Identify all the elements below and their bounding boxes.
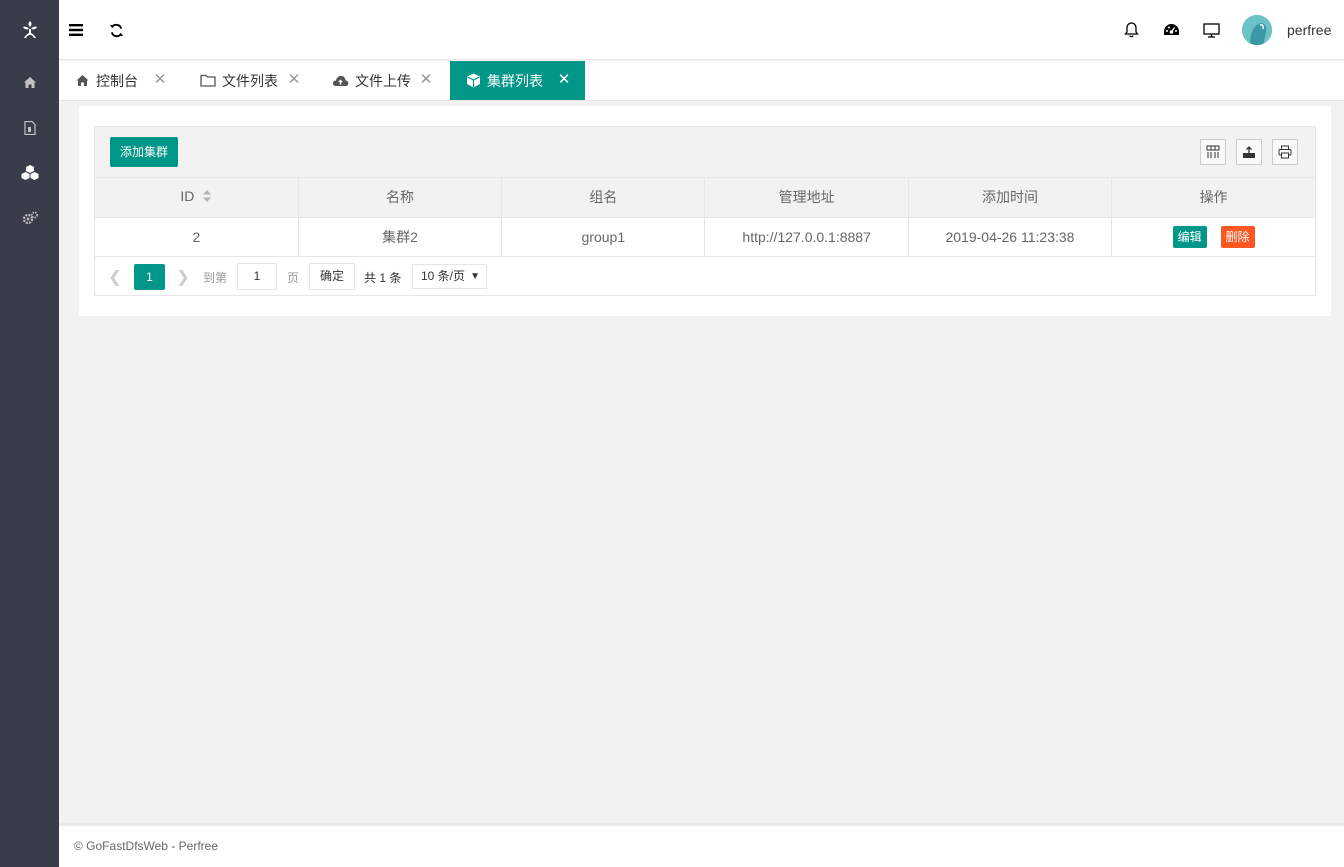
file-icon (23, 120, 36, 135)
home-icon (23, 77, 36, 88)
cluster-table: ID 名称 组名 管理地址 添加时间 操作 2 集群2 group1 http:… (95, 178, 1315, 257)
column-header-url: 管理地址 (704, 178, 909, 218)
delete-button[interactable]: 删除 (1220, 225, 1255, 248)
avatar[interactable] (1242, 15, 1272, 45)
column-header-time: 添加时间 (908, 178, 1113, 218)
folder-icon (200, 74, 216, 87)
cube-icon (466, 73, 481, 88)
table-toolbar: 添加集群 (95, 127, 1315, 178)
export-icon (1243, 146, 1255, 158)
total-count: 共 1 条 (364, 270, 402, 285)
content-card: 添加集群 ID 名称 组名 管理地址 添加时间 操作 2 集群2 group1 … (79, 106, 1331, 316)
dashboard-icon (1163, 24, 1179, 35)
column-filter-button[interactable] (1200, 139, 1226, 165)
footer-text: © GoFastDfsWeb - Perfree (74, 839, 218, 853)
column-header-actions: 操作 (1111, 178, 1315, 218)
monitor-icon (1202, 22, 1220, 38)
fullscreen-button[interactable] (1199, 18, 1223, 42)
cubes-icon (21, 165, 38, 180)
print-button[interactable] (1272, 139, 1298, 165)
tab-label: 文件列表 (222, 72, 278, 89)
caret-down-icon: ▼ (470, 270, 480, 282)
tab-label: 文件上传 (355, 72, 411, 89)
edit-button[interactable]: 编辑 (1172, 225, 1207, 248)
refresh-icon (109, 23, 123, 37)
theme-button[interactable] (1159, 18, 1183, 42)
sidebar-item-files[interactable] (0, 105, 59, 150)
username-label[interactable]: perfree (1287, 22, 1331, 38)
export-button[interactable] (1236, 139, 1262, 165)
cell-time: 2019-04-26 11:23:38 (908, 217, 1113, 257)
tab-label: 集群列表 (487, 72, 543, 89)
cell-actions: 编辑 删除 (1111, 217, 1315, 257)
printer-icon (1278, 145, 1292, 159)
logo-icon (0, 0, 59, 60)
menu-toggle-button[interactable] (64, 18, 88, 42)
tab-label: 控制台 (96, 72, 138, 89)
cell-url: http://127.0.0.1:8887 (704, 217, 909, 257)
tab-file-upload[interactable]: 文件上传 ✕ (316, 61, 447, 100)
current-page-button[interactable]: 1 (134, 263, 165, 290)
column-header-name: 名称 (298, 178, 503, 218)
cell-name: 集群2 (298, 217, 503, 257)
sidebar-item-cluster[interactable] (0, 150, 59, 195)
close-icon[interactable]: ✕ (419, 72, 433, 87)
page-number-input[interactable] (237, 262, 277, 290)
prev-page-icon[interactable]: ❮ (107, 267, 123, 286)
top-header: perfree (59, 0, 1344, 60)
sort-icon[interactable] (202, 189, 212, 206)
table-header-row: ID 名称 组名 管理地址 添加时间 操作 (95, 178, 1315, 218)
tab-file-list[interactable]: 文件列表 ✕ (184, 61, 315, 100)
column-header-id[interactable]: ID (95, 178, 299, 218)
sidebar (0, 0, 59, 867)
tab-cluster-list[interactable]: 集群列表 ✕ (450, 61, 585, 100)
close-icon[interactable]: ✕ (153, 72, 167, 87)
page-suffix-label: 页 (287, 270, 300, 285)
home-icon (75, 74, 90, 87)
hamburger-icon (69, 24, 83, 36)
goto-label: 到第 (203, 270, 228, 285)
footer: © GoFastDfsWeb - Perfree (59, 823, 1344, 867)
refresh-button[interactable] (104, 18, 128, 42)
tab-bar: 控制台 ✕ 文件列表 ✕ 文件上传 ✕ 集群列表 ✕ (59, 61, 1344, 101)
goto-confirm-button[interactable]: 确定 (309, 262, 355, 290)
tab-dashboard[interactable]: 控制台 ✕ (59, 61, 181, 100)
cell-group: group1 (501, 217, 706, 257)
cloud-upload-icon (332, 74, 349, 87)
table-row: 2 集群2 group1 http://127.0.0.1:8887 2019-… (95, 217, 1315, 257)
columns-icon (1206, 145, 1220, 158)
gears-icon (22, 211, 38, 224)
pagination: ❮ 1 ❯ 到第 页 确定 共 1 条 10 条/页▼ (95, 257, 1315, 296)
bell-icon (1123, 22, 1139, 38)
add-cluster-button[interactable]: 添加集群 (110, 137, 179, 167)
cell-id: 2 (95, 217, 299, 257)
close-icon[interactable]: ✕ (287, 72, 301, 87)
column-header-group: 组名 (501, 178, 706, 218)
sidebar-item-home[interactable] (0, 60, 59, 105)
page-size-select[interactable]: 10 条/页 ▼ (412, 263, 487, 289)
notification-button[interactable] (1119, 18, 1143, 42)
data-table: 添加集群 ID 名称 组名 管理地址 添加时间 操作 2 集群2 group1 … (94, 126, 1316, 296)
next-page-icon[interactable]: ❯ (175, 267, 191, 286)
sidebar-item-settings[interactable] (0, 195, 59, 240)
close-icon[interactable]: ✕ (557, 72, 571, 87)
